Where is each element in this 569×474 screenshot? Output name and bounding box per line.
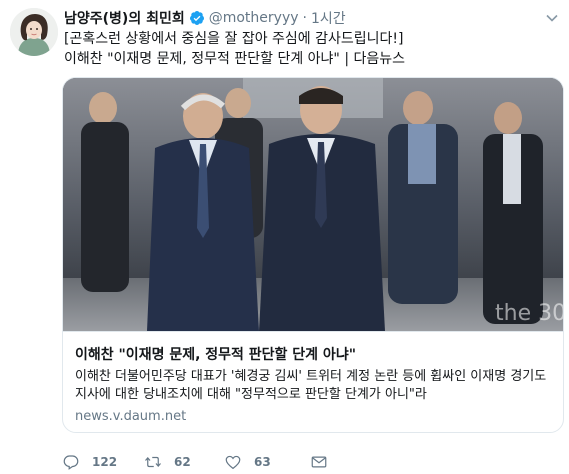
reply-icon <box>63 455 79 470</box>
author-handle[interactable]: @motheryyy <box>209 10 299 26</box>
reply-button[interactable]: 122 <box>62 453 144 471</box>
tweet-text-line-1: [곤혹스런 상황에서 중심을 잘 잡아 주심에 감사드립니다!] <box>64 31 404 47</box>
direct-message-button[interactable] <box>310 453 340 471</box>
tweet-text: [곤혹스런 상황에서 중심을 잘 잡아 주심에 감사드립니다!] 이해찬 "이재… <box>64 29 559 69</box>
tweet-header: 남양주(병)의 최민희 @motheryyy · 1시간 <box>64 8 346 28</box>
card-description: 이해찬 더불어민주당 대표가 '혜경궁 김씨' 트위터 계정 논란 등에 휩싸인… <box>75 369 547 402</box>
card-title[interactable]: 이해찬 "이재명 문제, 정무적 판단할 단계 아냐" <box>75 346 551 364</box>
chevron-down-icon[interactable] <box>545 10 559 24</box>
tweet[interactable]: 남양주(병)의 최민희 @motheryyy · 1시간 [곤혹스런 상황에서 … <box>0 0 569 474</box>
tweet-actions: 122 62 63 <box>62 452 340 472</box>
card-body[interactable]: 이해찬 "이재명 문제, 정무적 판단할 단계 아냐" 이해찬 더불어민주당 대… <box>63 331 563 432</box>
author-name[interactable]: 남양주(병)의 최민희 <box>64 8 185 28</box>
reply-count: 122 <box>92 455 118 469</box>
retweet-count: 62 <box>174 455 191 469</box>
tweet-timestamp[interactable]: 1시간 <box>311 8 346 28</box>
image-watermark: the 300 <box>495 301 563 326</box>
separator-dot: · <box>302 10 307 26</box>
news-photo: the 300 <box>63 78 563 331</box>
heart-icon <box>225 455 241 470</box>
like-button[interactable]: 63 <box>224 453 310 471</box>
retweet-icon <box>145 456 161 468</box>
card-image[interactable]: the 300 <box>63 78 563 331</box>
link-card[interactable]: the 300 이해찬 "이재명 문제, 정무적 판단할 단계 아냐" 이해찬 … <box>62 77 564 433</box>
like-count: 63 <box>254 455 271 469</box>
verified-badge-icon <box>189 10 205 26</box>
avatar[interactable] <box>10 8 58 56</box>
avatar-illustration <box>10 8 58 56</box>
retweet-button[interactable]: 62 <box>144 453 224 471</box>
card-domain: news.v.daum.net <box>75 409 187 424</box>
tweet-text-line-2: 이해찬 "이재명 문제, 정무적 판단할 단계 아냐" | 다음뉴스 <box>64 51 406 67</box>
direct-message-icon <box>311 456 327 468</box>
